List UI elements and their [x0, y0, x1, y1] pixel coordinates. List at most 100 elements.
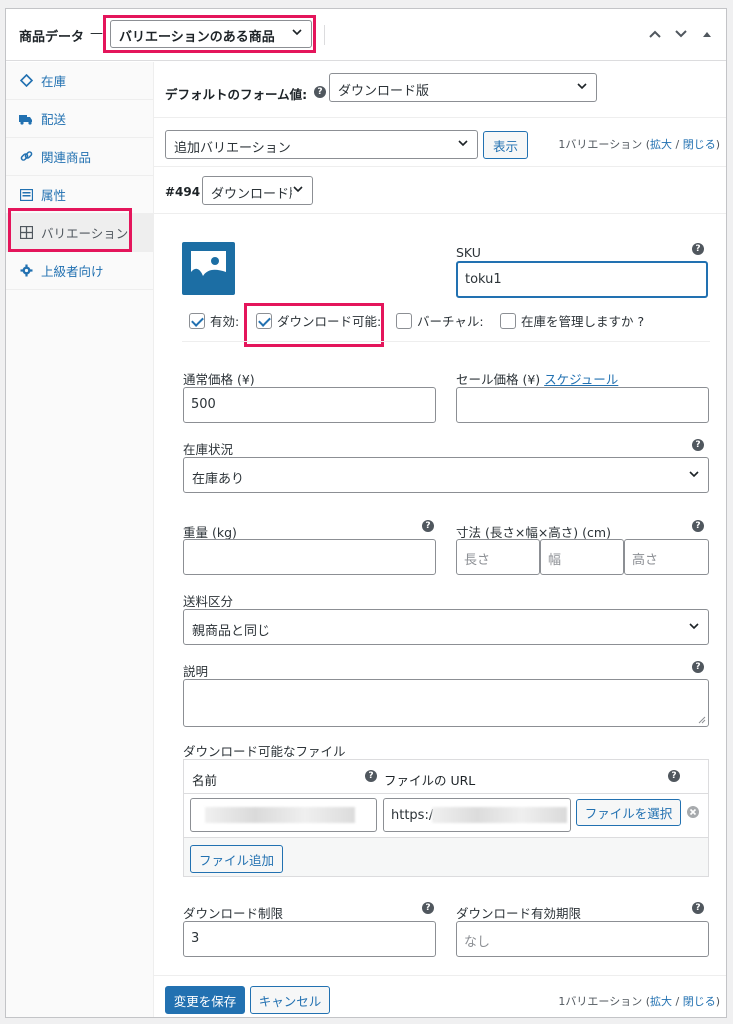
variation-count-footer: 1バリエーション (拡大 / 閉じる) [558, 993, 720, 1009]
downloadable-label: ダウンロード可能: [277, 314, 382, 329]
title-dash: — [90, 26, 103, 41]
divider [182, 341, 710, 342]
slash: / [672, 138, 683, 151]
resize-handle-icon[interactable] [698, 716, 706, 724]
help-icon: ? [692, 902, 704, 914]
manage-stock-checkbox[interactable] [500, 312, 516, 329]
col-url: ファイルの URL [384, 773, 476, 788]
sale-price-label-text: セール価格 (¥) [456, 372, 541, 387]
close-link[interactable]: 閉じる [683, 995, 716, 1008]
add-variation-text: 追加バリエーション [174, 141, 291, 156]
chevron-down-icon [457, 137, 469, 153]
product-type-value: バリエーションのある商品 [119, 30, 275, 45]
tab-attributes[interactable]: 属性 [6, 176, 153, 214]
enabled-label: 有効: [210, 314, 240, 329]
downloadable-files-table: 名前 ? ファイルの URL ? https:// ファイルを選択 ファイル追加 [183, 759, 709, 877]
variation-header-row: #494 ダウンロード版 [154, 168, 726, 214]
save-changes-button[interactable]: 変更を保存 [165, 986, 245, 1014]
collapse-toggle-icon[interactable] [696, 21, 718, 47]
regular-price-input[interactable]: 500 [183, 387, 436, 423]
length-input[interactable]: 長さ [456, 539, 540, 575]
expand-link[interactable]: 拡大 [650, 995, 672, 1008]
help-icon: ? [422, 902, 434, 914]
help-icon: ? [692, 439, 704, 451]
width-input[interactable]: 幅 [540, 539, 624, 575]
stock-status-select[interactable]: 在庫あり [183, 457, 709, 493]
footer-row: 変更を保存 キャンセル 1バリエーション (拡大 / 閉じる) [154, 975, 726, 1017]
tab-inventory[interactable]: 在庫 [6, 62, 153, 100]
delete-file-icon[interactable] [687, 806, 699, 818]
file-name-input[interactable] [190, 798, 377, 832]
grid-icon [19, 226, 33, 240]
tab-linked-products[interactable]: 関連商品 [6, 138, 153, 176]
virtual-checkbox-wrap[interactable]: バーチャル: [396, 311, 484, 330]
tab-variations[interactable]: バリエーション [6, 214, 153, 252]
default-value-select[interactable]: ダウンロード版 [329, 73, 597, 102]
description-textarea[interactable] [183, 679, 709, 727]
help-icon: ? [692, 661, 704, 673]
download-expiry-label: ダウンロード有効期限 [456, 906, 582, 921]
default-form-values-label: デフォルトのフォーム値: [165, 87, 308, 102]
downloadable-checkbox[interactable] [256, 312, 272, 329]
stock-status-label: 在庫状況 [183, 442, 234, 457]
checkbox-row: 有効: ダウンロード可能: バーチャル: 在庫を管理しますか ? [154, 305, 726, 335]
chevron-down-icon [291, 26, 303, 42]
expand-link[interactable]: 拡大 [650, 138, 672, 151]
height-input[interactable]: 高さ [624, 539, 709, 575]
default-form-values-row: デフォルトのフォーム値: ? ダウンロード版 [154, 62, 726, 118]
sku-input[interactable]: toku1 [456, 261, 708, 298]
help-icon: ? [692, 243, 704, 255]
move-up-icon[interactable] [644, 21, 666, 47]
regular-price-label: 通常価格 (¥) [183, 372, 255, 387]
chevron-down-icon [688, 468, 700, 484]
blurred-file-url [432, 807, 567, 823]
variation-attribute-select[interactable]: ダウンロード版 [202, 176, 313, 205]
tab-shipping-label: 配送 [41, 112, 67, 127]
shipping-class-select[interactable]: 親商品と同じ [183, 609, 709, 645]
enabled-checkbox[interactable] [189, 312, 205, 329]
add-file-button[interactable]: ファイル追加 [190, 845, 283, 873]
shipping-class-label: 送料区分 [183, 594, 234, 609]
tab-advanced[interactable]: 上級者向け [6, 252, 153, 290]
download-limit-input[interactable]: 3 [183, 921, 436, 957]
file-url-input[interactable]: https:// [383, 798, 571, 832]
download-limit-label: ダウンロード制限 [183, 906, 284, 921]
variation-image[interactable] [182, 242, 235, 295]
move-down-icon[interactable] [670, 21, 692, 47]
chevron-down-icon [688, 620, 700, 636]
list-icon [19, 188, 33, 202]
tab-shipping[interactable]: 配送 [6, 100, 153, 138]
variation-id: #494 [165, 185, 201, 199]
gear-icon [19, 264, 33, 278]
panel-title: 商品データ [19, 30, 85, 45]
variations-content: デフォルトのフォーム値: ? ダウンロード版 追加バリエーション 表示 1バリエ… [154, 62, 726, 1017]
tab-advanced-label: 上級者向け [41, 264, 104, 279]
downloadable-files-label: ダウンロード可能なファイル [183, 744, 346, 759]
choose-file-button[interactable]: ファイルを選択 [576, 799, 681, 826]
variation-body: SKU ? toku1 有効: ダウンロード可能: バーチャル: 在庫を管理しま… [154, 215, 726, 975]
cancel-button[interactable]: キャンセル [250, 986, 330, 1014]
product-type-select[interactable]: バリエーションのある商品 [110, 20, 312, 48]
tab-variations-label: バリエーション [41, 226, 129, 241]
downloadable-checkbox-wrap[interactable]: ダウンロード可能: [256, 311, 381, 330]
panel-header: 商品データ — バリエーションのある商品 [6, 9, 726, 61]
slash: / [672, 995, 683, 1008]
variation-count: 1バリエーション (拡大 / 閉じる) [558, 136, 720, 152]
manage-stock-checkbox-wrap[interactable]: 在庫を管理しますか ? [500, 311, 644, 330]
add-variation-select[interactable]: 追加バリエーション [165, 130, 478, 159]
virtual-checkbox[interactable] [396, 312, 412, 329]
default-value-text: ダウンロード版 [338, 84, 430, 99]
image-placeholder-icon [191, 251, 226, 286]
enabled-checkbox-wrap[interactable]: 有効: [189, 311, 239, 330]
close-link[interactable]: 閉じる [683, 138, 716, 151]
sale-price-input[interactable] [456, 387, 709, 423]
file-row: https:// ファイルを選択 [184, 794, 708, 838]
show-button[interactable]: 表示 [483, 131, 528, 159]
weight-input[interactable] [183, 539, 436, 575]
truck-icon [19, 112, 33, 126]
add-variation-row: 追加バリエーション 表示 1バリエーション (拡大 / 閉じる) [154, 119, 726, 167]
sku-label: SKU [456, 245, 481, 260]
schedule-link[interactable]: スケジュール [544, 372, 618, 387]
download-expiry-input[interactable]: なし [456, 921, 709, 957]
help-icon: ? [365, 770, 377, 782]
